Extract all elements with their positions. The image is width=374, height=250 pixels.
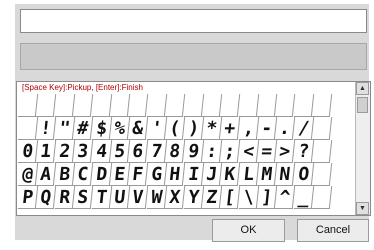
character-cell[interactable]: ( bbox=[164, 117, 186, 140]
character-cell[interactable]: 6 bbox=[128, 140, 149, 163]
arrow-down-icon[interactable]: ▼ bbox=[356, 202, 369, 215]
character-cell[interactable]: 4 bbox=[91, 140, 113, 163]
character-cell[interactable]: . bbox=[275, 117, 297, 140]
character-cell[interactable]: 8 bbox=[164, 140, 186, 163]
character-grid-row: P Q R S T U V W X Y Z[\] ^ _ bbox=[17, 186, 333, 209]
character-cell[interactable]: T bbox=[91, 186, 113, 209]
character-grid-panel: [Space Key]:Pickup, [Enter]:Finish ! " # $%… bbox=[16, 81, 371, 216]
keyboard-hint: [Space Key]:Pickup, [Enter]:Finish bbox=[22, 83, 143, 92]
scrollbar-thumb[interactable] bbox=[357, 97, 368, 113]
character-cell[interactable]: ; bbox=[220, 140, 241, 163]
character-grid-row: ! " # $% & '() * +, -. / bbox=[17, 117, 333, 140]
character-cell[interactable]: 1 bbox=[36, 140, 57, 163]
character-cell[interactable]: F bbox=[128, 163, 149, 186]
character-cell[interactable]: ^ bbox=[275, 186, 297, 209]
preview-field bbox=[20, 43, 367, 70]
vertical-scrollbar[interactable]: ▲ ▼ bbox=[355, 82, 370, 215]
character-cell[interactable] bbox=[312, 117, 333, 140]
character-cell[interactable] bbox=[164, 94, 186, 117]
character-cell[interactable]: ) bbox=[183, 117, 205, 140]
character-cell[interactable]: H bbox=[164, 163, 186, 186]
character-grid-row bbox=[17, 94, 333, 117]
character-cell[interactable]: > bbox=[275, 140, 297, 163]
character-cell[interactable]: I bbox=[183, 163, 205, 186]
character-cell[interactable]: V bbox=[128, 186, 149, 209]
character-cell[interactable]: & bbox=[128, 117, 149, 140]
character-cell[interactable] bbox=[128, 94, 149, 117]
selected-text-input[interactable] bbox=[20, 9, 367, 33]
character-cell[interactable]: 9 bbox=[183, 140, 205, 163]
arrow-up-icon[interactable]: ▲ bbox=[356, 82, 369, 95]
character-cell[interactable] bbox=[220, 94, 241, 117]
character-grid-row: 0 1 2 3 4 5 6 7 8 9:; < = >? bbox=[17, 140, 333, 163]
character-cell[interactable]: + bbox=[220, 117, 241, 140]
character-cell[interactable] bbox=[275, 94, 297, 117]
character-cell[interactable]: Q bbox=[36, 186, 57, 209]
character-cell[interactable]: N bbox=[275, 163, 297, 186]
character-grid: ! " # $% & '() * +, -./0 1 2 3 4 5 6 7 8 9:; < = >? @ A B C D E F G H… bbox=[17, 94, 333, 209]
character-cell[interactable]: K bbox=[220, 163, 241, 186]
character-cell[interactable]: Y bbox=[183, 186, 205, 209]
character-cell[interactable] bbox=[312, 186, 333, 209]
character-cell[interactable] bbox=[312, 163, 333, 186]
character-cell[interactable]: [ bbox=[220, 186, 241, 209]
character-cell[interactable] bbox=[312, 140, 333, 163]
cancel-button[interactable]: Cancel bbox=[297, 219, 369, 242]
character-cell[interactable]: $ bbox=[91, 117, 113, 140]
character-cell[interactable]: S bbox=[72, 186, 94, 209]
character-cell[interactable]: A bbox=[36, 163, 57, 186]
character-cell[interactable] bbox=[36, 94, 57, 117]
character-cell[interactable]: # bbox=[72, 117, 94, 140]
character-cell[interactable] bbox=[72, 94, 94, 117]
character-cell[interactable] bbox=[91, 94, 113, 117]
character-cell[interactable]: X bbox=[164, 186, 186, 209]
character-cell[interactable]: ! bbox=[36, 117, 57, 140]
character-cell[interactable]: C bbox=[72, 163, 94, 186]
ok-button[interactable]: OK bbox=[212, 219, 285, 242]
character-cell[interactable]: 3 bbox=[72, 140, 94, 163]
character-cell[interactable] bbox=[183, 94, 205, 117]
character-cell[interactable]: D bbox=[91, 163, 113, 186]
character-cell[interactable] bbox=[312, 94, 333, 117]
character-grid-row: @ A B C D E F G H I J K L M N O bbox=[17, 163, 333, 186]
glyph-picker-dialog: [Space Key]:Pickup, [Enter]:Finish ! " # $%… bbox=[0, 0, 374, 250]
